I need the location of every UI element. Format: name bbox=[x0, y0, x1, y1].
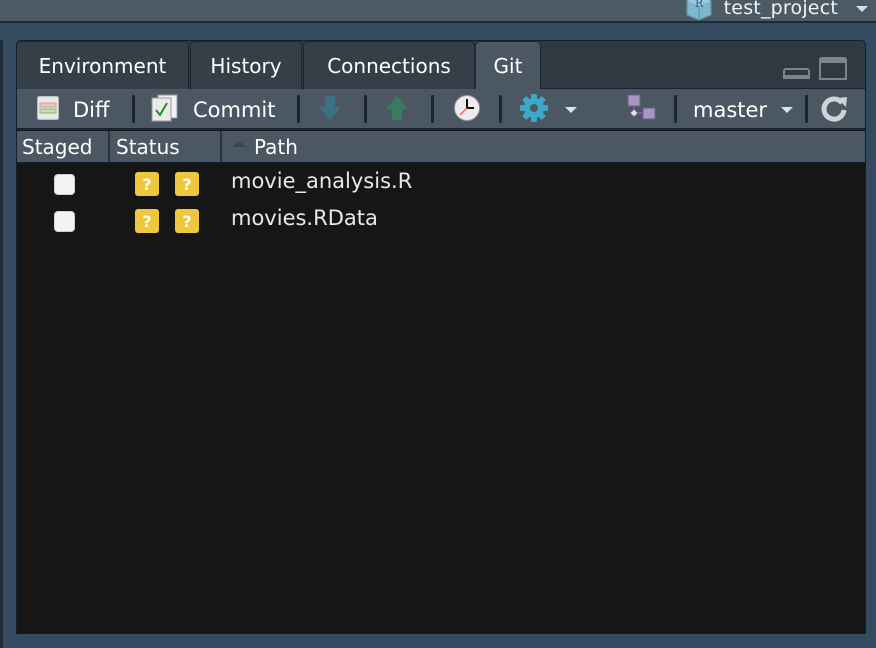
r-project-cube-icon: R bbox=[684, 0, 714, 21]
toolbar-separator bbox=[805, 95, 808, 123]
staged-checkbox[interactable] bbox=[54, 174, 75, 195]
chevron-down-icon bbox=[565, 106, 577, 113]
project-name: test_project bbox=[723, 0, 838, 19]
minimize-icon[interactable] bbox=[783, 68, 810, 79]
commit-button[interactable]: Commit bbox=[151, 89, 276, 130]
table-row[interactable]: ? ? movie_analysis.R bbox=[17, 165, 865, 202]
push-button[interactable] bbox=[384, 89, 410, 130]
project-selector[interactable]: R test_project bbox=[684, 0, 868, 22]
left-edge-divider bbox=[0, 40, 3, 648]
toolbar-separator bbox=[674, 95, 677, 123]
file-path[interactable]: movie_analysis.R bbox=[231, 169, 412, 193]
column-path-label: Path bbox=[254, 134, 298, 159]
toolbar-separator bbox=[431, 95, 434, 123]
toolbar-separator bbox=[297, 95, 300, 123]
tab-connections[interactable]: Connections bbox=[303, 41, 475, 89]
tab-git[interactable]: Git bbox=[475, 41, 541, 90]
toolbar-separator bbox=[132, 95, 135, 123]
diff-icon bbox=[37, 95, 59, 124]
gear-icon bbox=[519, 93, 549, 127]
tab-bar: Environment History Connections Git bbox=[17, 41, 865, 90]
staged-checkbox[interactable] bbox=[54, 211, 75, 232]
branch-name: master bbox=[693, 97, 768, 122]
git-toolbar: Diff Commit master bbox=[17, 89, 865, 130]
column-status[interactable]: Status bbox=[110, 131, 222, 162]
table-row[interactable]: ? ? movies.RData bbox=[17, 202, 865, 239]
maximize-icon[interactable] bbox=[819, 57, 847, 80]
clock-icon bbox=[453, 94, 481, 126]
svg-text:R: R bbox=[695, 0, 704, 10]
file-path[interactable]: movies.RData bbox=[231, 206, 378, 230]
pull-button[interactable] bbox=[317, 89, 343, 130]
refresh-button[interactable] bbox=[820, 89, 848, 130]
chevron-down-icon[interactable] bbox=[856, 6, 868, 12]
toolbar-separator bbox=[499, 95, 502, 123]
toolbar-separator bbox=[364, 95, 367, 123]
column-staged[interactable]: Staged bbox=[17, 131, 110, 162]
tab-environment[interactable]: Environment bbox=[17, 41, 189, 89]
status-badge-untracked: ? bbox=[135, 209, 159, 233]
settings-menu-button[interactable] bbox=[519, 89, 577, 130]
status-badge-untracked: ? bbox=[175, 172, 199, 196]
git-pane: Environment History Connections Git Diff bbox=[16, 40, 866, 634]
branch-selector[interactable]: master bbox=[693, 89, 794, 130]
diff-label: Diff bbox=[73, 97, 110, 122]
branch-diagram-icon bbox=[625, 94, 657, 126]
top-bar: R test_project bbox=[0, 0, 876, 23]
tab-history[interactable]: History bbox=[190, 41, 302, 89]
branch-diagram-button[interactable] bbox=[625, 89, 657, 130]
push-up-arrow-icon bbox=[384, 95, 410, 125]
diff-button[interactable]: Diff bbox=[37, 89, 109, 130]
commit-checklist-icon bbox=[151, 94, 179, 126]
history-button[interactable] bbox=[453, 89, 481, 130]
column-path[interactable]: Path bbox=[222, 131, 865, 162]
status-badge-untracked: ? bbox=[135, 172, 159, 196]
sort-ascending-icon bbox=[232, 140, 246, 147]
chevron-down-icon bbox=[781, 106, 794, 113]
commit-label: Commit bbox=[193, 97, 276, 122]
file-table-header: Staged Status Path bbox=[17, 131, 865, 163]
pull-down-arrow-icon bbox=[317, 95, 343, 125]
status-badge-untracked: ? bbox=[175, 209, 199, 233]
refresh-icon bbox=[820, 94, 848, 126]
